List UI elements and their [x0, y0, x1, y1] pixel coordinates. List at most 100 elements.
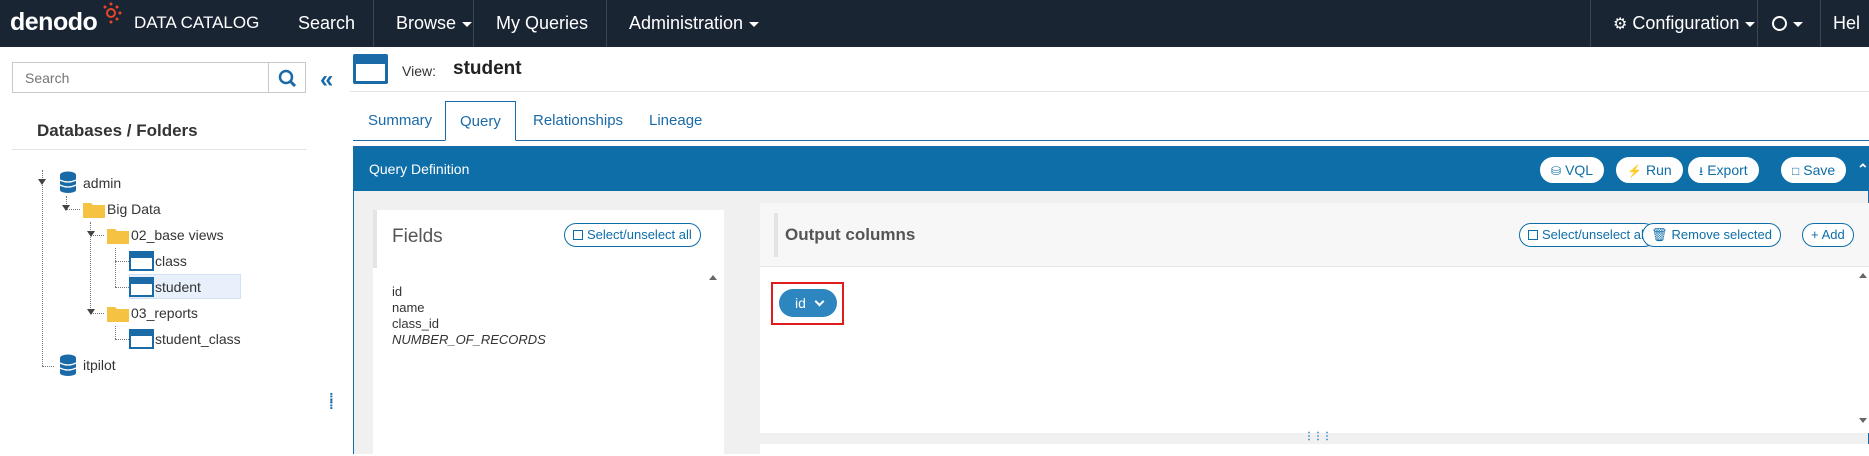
- tree-node-student[interactable]: student: [155, 279, 201, 295]
- sidebar-search-button[interactable]: [268, 62, 306, 93]
- chevron-down-icon: [1793, 21, 1803, 27]
- trash-icon: 🗑: [1651, 227, 1668, 242]
- remove-selected-label: Remove selected: [1671, 227, 1772, 242]
- add-column-label: Add: [1821, 227, 1845, 242]
- view-icon: [129, 277, 154, 297]
- checkbox-icon: [1528, 230, 1538, 240]
- tree-connector: [115, 248, 116, 287]
- expand-toggle-icon[interactable]: [87, 231, 95, 237]
- nav-browse-label: Browse: [396, 13, 457, 33]
- denodo-logo[interactable]: denodo: [10, 8, 98, 37]
- view-type-icon: [353, 54, 388, 84]
- view-icon: [129, 251, 154, 271]
- tree-node-big-data[interactable]: Big Data: [107, 201, 161, 217]
- nav-my-queries[interactable]: My Queries: [473, 0, 610, 47]
- checkbox-icon: [573, 230, 583, 240]
- view-icon: [129, 329, 154, 349]
- output-columns-header: Output columns Select/unselect all 🗑 Remo…: [760, 203, 1869, 267]
- database-icon: [59, 171, 77, 193]
- nav-configuration[interactable]: ⚙ Configuration: [1590, 0, 1777, 47]
- nav-help-label: Hel: [1833, 13, 1861, 33]
- tree-connector: [115, 339, 129, 340]
- collapse-panel-icon[interactable]: ⌃: [1857, 161, 1869, 178]
- fields-list: id name class_id NUMBER_OF_RECORDS: [392, 284, 546, 348]
- tree-node-02-base-views[interactable]: 02_base views: [131, 227, 224, 243]
- view-label: View:: [402, 63, 436, 79]
- field-item[interactable]: class_id: [392, 316, 546, 332]
- output-column-chip[interactable]: id: [779, 289, 837, 317]
- output-columns-pane: Output columns Select/unselect all 🗑 Remo…: [760, 203, 1869, 433]
- folder-icon: [107, 307, 129, 322]
- tree-connector: [42, 366, 54, 367]
- tab-summary[interactable]: Summary: [354, 101, 446, 141]
- output-select-all-button[interactable]: Select/unselect all: [1519, 223, 1656, 247]
- fields-select-all-label: Select/unselect all: [587, 227, 692, 242]
- lower-pane: [760, 444, 1869, 456]
- view-name: student: [453, 58, 522, 79]
- expand-toggle-icon[interactable]: [87, 309, 95, 315]
- tree-node-itpilot[interactable]: itpilot: [83, 357, 116, 373]
- output-columns-title: Output columns: [785, 225, 916, 244]
- scroll-down-icon[interactable]: [1859, 418, 1867, 423]
- split-resize-handle[interactable]: ⋮⋮⋮: [1304, 431, 1332, 442]
- sidebar-resize-handle[interactable]: ⁞ ⁞: [329, 391, 335, 417]
- save-button[interactable]: □ Save: [1781, 157, 1847, 183]
- gear-icon: ⚙: [1613, 16, 1628, 33]
- output-column-label: id: [795, 295, 806, 311]
- nav-user-menu[interactable]: [1757, 0, 1817, 47]
- expand-toggle-icon[interactable]: [38, 179, 46, 185]
- sidebar-search-box: [12, 62, 269, 93]
- export-icon: ⭳: [1699, 164, 1704, 178]
- save-button-label: Save: [1803, 162, 1836, 178]
- search-icon: [278, 69, 297, 88]
- field-item[interactable]: NUMBER_OF_RECORDS: [392, 332, 546, 348]
- vql-button[interactable]: ⛁ VQL: [1540, 157, 1605, 183]
- floppy-disk-icon: □: [1792, 164, 1800, 178]
- fields-select-all-button[interactable]: Select/unselect all: [564, 223, 701, 247]
- add-column-button[interactable]: + Add: [1802, 223, 1854, 247]
- tree-connector: [115, 261, 129, 262]
- tab-lineage[interactable]: Lineage: [635, 101, 716, 141]
- databases-folders-title: Databases / Folders: [37, 121, 198, 140]
- query-definition-header: Query Definition ⛁ VQL ⚡ Run ⭳ Export □ Save…: [354, 147, 1869, 191]
- chevron-down-icon: [1745, 21, 1756, 27]
- field-item[interactable]: id: [392, 284, 546, 300]
- divider: [350, 91, 1869, 92]
- nav-search[interactable]: Search: [276, 0, 377, 47]
- nav-search-label: Search: [298, 13, 356, 33]
- folder-icon: [107, 229, 129, 244]
- tree-connector: [115, 287, 129, 288]
- run-button[interactable]: ⚡ Run: [1616, 157, 1683, 183]
- fields-title: Fields: [392, 226, 443, 247]
- tab-query[interactable]: Query: [445, 101, 516, 141]
- sidebar-search-input[interactable]: [13, 63, 269, 92]
- nav-configuration-label: Configuration: [1632, 13, 1740, 33]
- plus-icon: +: [1811, 227, 1819, 242]
- nav-my-queries-label: My Queries: [496, 13, 589, 33]
- nav-administration[interactable]: Administration: [606, 0, 781, 47]
- chevron-down-icon: [814, 296, 825, 307]
- nav-help[interactable]: Hel: [1820, 0, 1869, 47]
- tree-node-03-reports[interactable]: 03_reports: [131, 305, 198, 321]
- output-select-all-label: Select/unselect all: [1542, 227, 1647, 242]
- tab-relationships[interactable]: Relationships: [519, 101, 637, 141]
- top-navbar: denodo DATA CATALOG Search Browse My Que…: [0, 0, 1869, 47]
- tree-node-class[interactable]: class: [155, 253, 187, 269]
- field-item[interactable]: name: [392, 300, 546, 316]
- chevron-down-icon: [749, 21, 760, 27]
- expand-toggle-icon[interactable]: [62, 205, 70, 211]
- logo-burst-icon: [103, 2, 122, 24]
- remove-selected-button[interactable]: 🗑 Remove selected: [1642, 223, 1781, 247]
- export-button[interactable]: ⭳ Export: [1688, 157, 1759, 183]
- tree-node-student-class[interactable]: student_class: [155, 331, 241, 347]
- query-definition-panel: Query Definition ⛁ VQL ⚡ Run ⭳ Export □ Save…: [353, 146, 1869, 456]
- database-icon: ⛁: [1551, 164, 1562, 178]
- product-name: DATA CATALOG: [134, 13, 260, 32]
- header-accent-bar: [774, 213, 778, 257]
- scroll-up-icon[interactable]: [1859, 273, 1867, 278]
- nav-administration-label: Administration: [629, 13, 744, 33]
- scroll-up-icon[interactable]: [709, 275, 717, 280]
- chevron-down-icon: [462, 21, 473, 27]
- tree-node-admin[interactable]: admin: [83, 175, 121, 191]
- collapse-sidebar-icon[interactable]: «: [320, 66, 333, 94]
